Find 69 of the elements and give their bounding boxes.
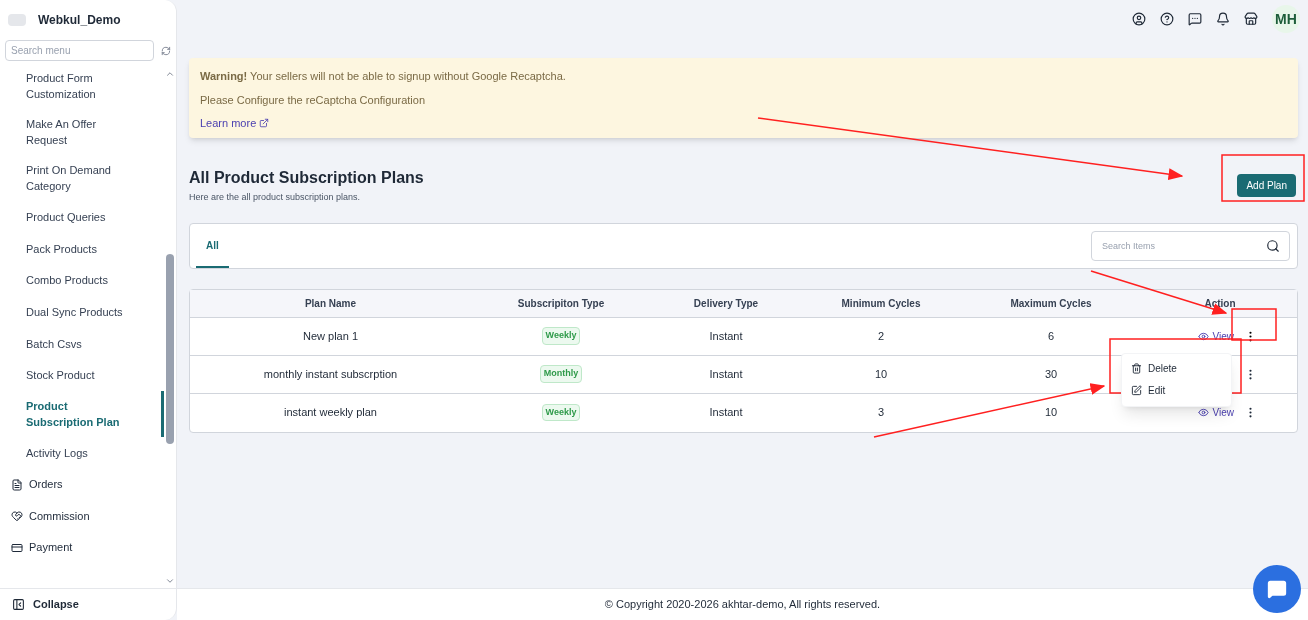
user-avatar[interactable]: MH <box>1272 5 1300 33</box>
column-header: Subscripiton Type <box>516 296 606 311</box>
page-title: All Product Subscription Plans <box>189 168 424 188</box>
table-cell-text: Instant <box>708 366 744 382</box>
table-cell-text: monthly instant subscrption <box>262 366 399 382</box>
page-subtitle: Here are the all product subscription plans. <box>189 191 362 204</box>
sidebar-item[interactable]: Payment <box>0 531 164 564</box>
sidebar-subitem[interactable]: Dual Sync Products <box>0 296 164 328</box>
column-header: Maximum Cycles <box>1009 296 1093 311</box>
sidebar-item-icon <box>11 478 23 491</box>
add-plan-button[interactable]: Add Plan <box>1237 173 1296 197</box>
table-cell-text: Instant <box>708 328 744 344</box>
sidebar-subitem[interactable]: Pack Products <box>0 232 164 265</box>
table-cell-text: 6 <box>1047 328 1055 344</box>
chat-question-icon[interactable] <box>1188 12 1202 26</box>
store-icon[interactable] <box>1244 12 1258 26</box>
sidebar-item[interactable]: Orders <box>0 468 164 501</box>
table-cell-text: Instant <box>708 405 744 421</box>
sidebar-item-icon <box>11 541 23 554</box>
sidebar-subitem[interactable]: Make An Offer Request <box>0 109 164 155</box>
column-header: Minimum Cycles <box>840 296 922 311</box>
column-header: Plan Name <box>303 296 358 311</box>
refresh-icon[interactable] <box>161 45 171 56</box>
warning-detail: Please Configure the reCaptcha Configuration <box>200 92 427 108</box>
chat-icon <box>1267 579 1287 599</box>
sidebar-subitem[interactable]: Stock Product <box>0 359 164 392</box>
table-cell-text: 3 <box>876 405 886 421</box>
tab[interactable]: All <box>196 223 229 268</box>
sidebar-subitem[interactable]: Product Queries <box>0 201 164 233</box>
external-link-icon <box>259 118 270 129</box>
sidebar-subitem[interactable]: Print On Demand Category <box>0 155 164 201</box>
table-cell-text: 2 <box>876 328 886 344</box>
edit-icon <box>1131 385 1142 396</box>
subscription-type-badge: Weekly <box>541 327 581 345</box>
sidebar-subitem[interactable]: Combo Products <box>0 264 164 297</box>
chat-button[interactable] <box>1253 565 1301 613</box>
scrollbar-thumb[interactable] <box>166 254 174 444</box>
learn-more-link[interactable]: Learn more <box>200 115 270 132</box>
table-cell-text: 10 <box>873 366 889 382</box>
sidebar-subitem[interactable]: Batch Csvs <box>0 327 164 360</box>
search-items-field[interactable]: Search Items <box>1091 230 1290 261</box>
logo-icon <box>8 14 26 26</box>
table-cell-text: instant weekly plan <box>283 405 378 421</box>
table-cell-text: 10 <box>1044 405 1058 421</box>
footer: © Copyright 2020-2026 akhtar-demo, All rights reserved. <box>177 588 1308 620</box>
profile-icon[interactable] <box>1132 12 1146 26</box>
table-cell-text: New plan 1 <box>301 328 359 344</box>
warning-text: Warning! Your sellers will not be able to signup without Google Recaptcha. <box>200 69 567 84</box>
sidebar-subitem[interactable]: Activity Logs <box>0 437 164 469</box>
brand-name: Webkul_Demo <box>38 12 121 29</box>
column-header: Delivery Type <box>692 296 760 311</box>
subscription-type-badge: Weekly <box>541 403 581 422</box>
sidebar-item-icon <box>11 510 23 523</box>
view-link[interactable]: View <box>1197 405 1234 420</box>
collapse-button[interactable]: Collapse <box>0 588 176 620</box>
notification-icon[interactable] <box>1216 12 1230 26</box>
menu-item[interactable]: Edit <box>1122 379 1231 402</box>
sidebar-subitem[interactable]: Product Form Customization <box>0 63 164 109</box>
help-icon[interactable] <box>1160 12 1174 26</box>
trash-icon <box>1131 363 1142 374</box>
search-icon[interactable] <box>1266 238 1280 253</box>
table-cell-text: 30 <box>1044 366 1058 382</box>
subscription-type-badge: Monthly <box>539 365 583 383</box>
eye-icon <box>1197 407 1209 418</box>
column-header: Action <box>1203 296 1237 311</box>
search-menu-field[interactable]: Search menu <box>5 40 155 61</box>
sidebar-item[interactable]: Commission <box>0 500 164 532</box>
collapse-icon <box>12 598 25 611</box>
menu-item[interactable]: Delete <box>1122 357 1231 380</box>
